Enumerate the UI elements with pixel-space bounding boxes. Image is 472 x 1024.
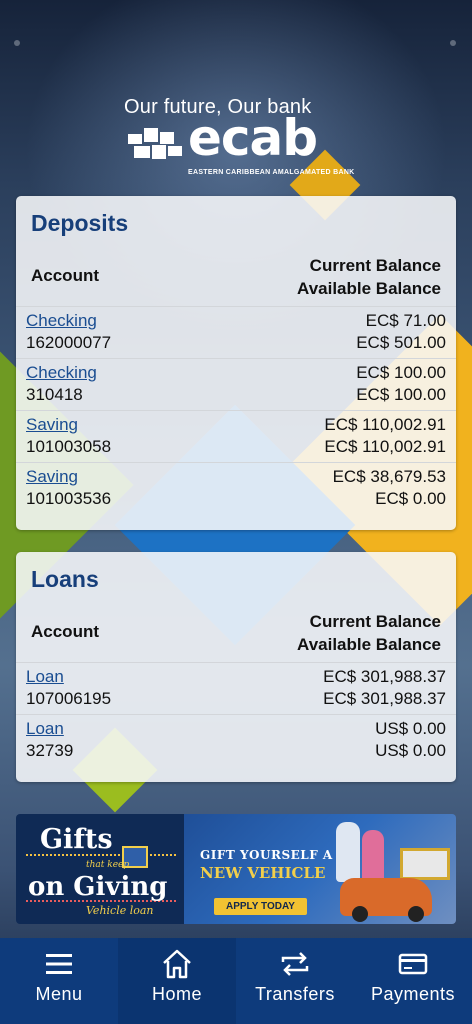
- loans-table: Loan 107006195 EC$ 301,988.37 EC$ 301,98…: [16, 662, 456, 766]
- promo-banner[interactable]: Gifts that keep on Giving Vehicle loan G…: [16, 814, 456, 924]
- loans-card: Loans Account Current Balance Available …: [16, 552, 456, 782]
- nav-transfers[interactable]: Transfers: [236, 938, 354, 1024]
- menu-icon: [46, 954, 72, 974]
- status-dot-left: [14, 40, 20, 46]
- current-balance: US$ 0.00: [375, 719, 446, 738]
- available-balance: EC$ 100.00: [356, 385, 446, 404]
- apply-today-button[interactable]: APPLY TODAY: [214, 898, 307, 915]
- promo-on-giving-text: on Giving: [28, 872, 168, 902]
- status-dot-right: [450, 40, 456, 46]
- payments-icon: [398, 953, 428, 975]
- current-balance: EC$ 100.00: [356, 363, 446, 382]
- bank-logo: Our future, Our bank ecab EASTERN CARIBB…: [120, 96, 360, 186]
- bottom-nav: Menu Home Transfers Payments: [0, 938, 472, 1024]
- person-illustration: [336, 822, 360, 882]
- account-link[interactable]: Checking: [26, 363, 97, 383]
- account-number: 32739: [26, 741, 74, 760]
- table-row: Checking 162000077 EC$ 71.00 EC$ 501.00: [16, 306, 456, 358]
- gift-box-icon: [400, 848, 450, 880]
- account-link[interactable]: Checking: [26, 311, 97, 331]
- promo-new-vehicle-text: NEW VEHICLE: [200, 864, 326, 882]
- ecab-mark-icon: [128, 128, 182, 159]
- nav-menu-label: Menu: [35, 984, 83, 1004]
- available-balance: EC$ 301,988.37: [323, 689, 446, 708]
- available-balance: EC$ 501.00: [356, 333, 446, 352]
- available-balance: EC$ 0.00: [375, 489, 446, 508]
- brand-name: ecab: [188, 109, 318, 167]
- deposits-table: Checking 162000077 EC$ 71.00 EC$ 501.00 …: [16, 306, 456, 514]
- home-icon: [163, 949, 191, 979]
- loans-balance-header: Current Balance Available Balance: [297, 610, 441, 656]
- deposits-balance-header: Current Balance Available Balance: [297, 254, 441, 300]
- table-row: Loan 107006195 EC$ 301,988.37 EC$ 301,98…: [16, 662, 456, 714]
- promo-that-keep-text: that keep: [86, 860, 130, 870]
- account-number: 107006195: [26, 689, 112, 708]
- table-row: Saving 101003058 EC$ 110,002.91 EC$ 110,…: [16, 410, 456, 462]
- table-row: Checking 310418 EC$ 100.00 EC$ 100.00: [16, 358, 456, 410]
- deposits-available-balance-header: Available Balance: [297, 279, 441, 298]
- available-balance: EC$ 110,002.91: [324, 437, 446, 456]
- loans-account-header: Account: [31, 622, 99, 641]
- brand-subtitle: EASTERN CARIBBEAN AMALGAMATED BANK: [188, 169, 355, 176]
- account-number: 101003058: [26, 437, 112, 456]
- car-wheel: [408, 906, 424, 922]
- account-link[interactable]: Loan: [26, 667, 64, 687]
- nav-payments[interactable]: Payments: [354, 938, 472, 1024]
- account-link[interactable]: Loan: [26, 719, 64, 739]
- nav-home-label: Home: [151, 984, 202, 1004]
- transfers-icon: [281, 952, 309, 976]
- deposits-title: Deposits: [31, 210, 129, 236]
- current-balance: EC$ 110,002.91: [324, 415, 446, 434]
- deposits-card: Deposits Account Current Balance Availab…: [16, 196, 456, 530]
- loans-available-balance-header: Available Balance: [297, 635, 441, 654]
- deposits-account-header: Account: [31, 266, 99, 285]
- promo-gift-yourself-text: GIFT YOURSELF A: [200, 848, 333, 862]
- account-link[interactable]: Saving: [26, 467, 78, 487]
- nav-payments-label: Payments: [370, 984, 456, 1004]
- account-number: 101003536: [26, 489, 112, 508]
- promo-banner-right: GIFT YOURSELF A NEW VEHICLE APPLY TODAY: [184, 814, 456, 924]
- nav-transfers-label: Transfers: [255, 984, 335, 1004]
- current-balance: EC$ 301,988.37: [323, 667, 446, 686]
- table-row: Loan 32739 US$ 0.00 US$ 0.00: [16, 714, 456, 766]
- promo-gifts-text: Gifts: [40, 824, 113, 855]
- loans-current-balance-header: Current Balance: [309, 612, 441, 631]
- table-row: Saving 101003536 EC$ 38,679.53 EC$ 0.00: [16, 462, 456, 514]
- person-illustration: [362, 830, 384, 882]
- account-number: 162000077: [26, 333, 112, 352]
- available-balance: US$ 0.00: [375, 741, 446, 760]
- current-balance: EC$ 71.00: [365, 311, 446, 330]
- current-balance: EC$ 38,679.53: [332, 467, 446, 486]
- nav-home[interactable]: Home: [118, 938, 236, 1024]
- account-number: 310418: [26, 385, 83, 404]
- loans-title: Loans: [31, 566, 99, 592]
- car-wheel: [352, 906, 368, 922]
- account-link[interactable]: Saving: [26, 415, 78, 435]
- promo-vehicle-loan-text: Vehicle loan: [86, 904, 154, 917]
- promo-banner-left: Gifts that keep on Giving Vehicle loan: [16, 814, 184, 924]
- nav-menu[interactable]: Menu: [0, 938, 118, 1024]
- deposits-current-balance-header: Current Balance: [309, 256, 441, 275]
